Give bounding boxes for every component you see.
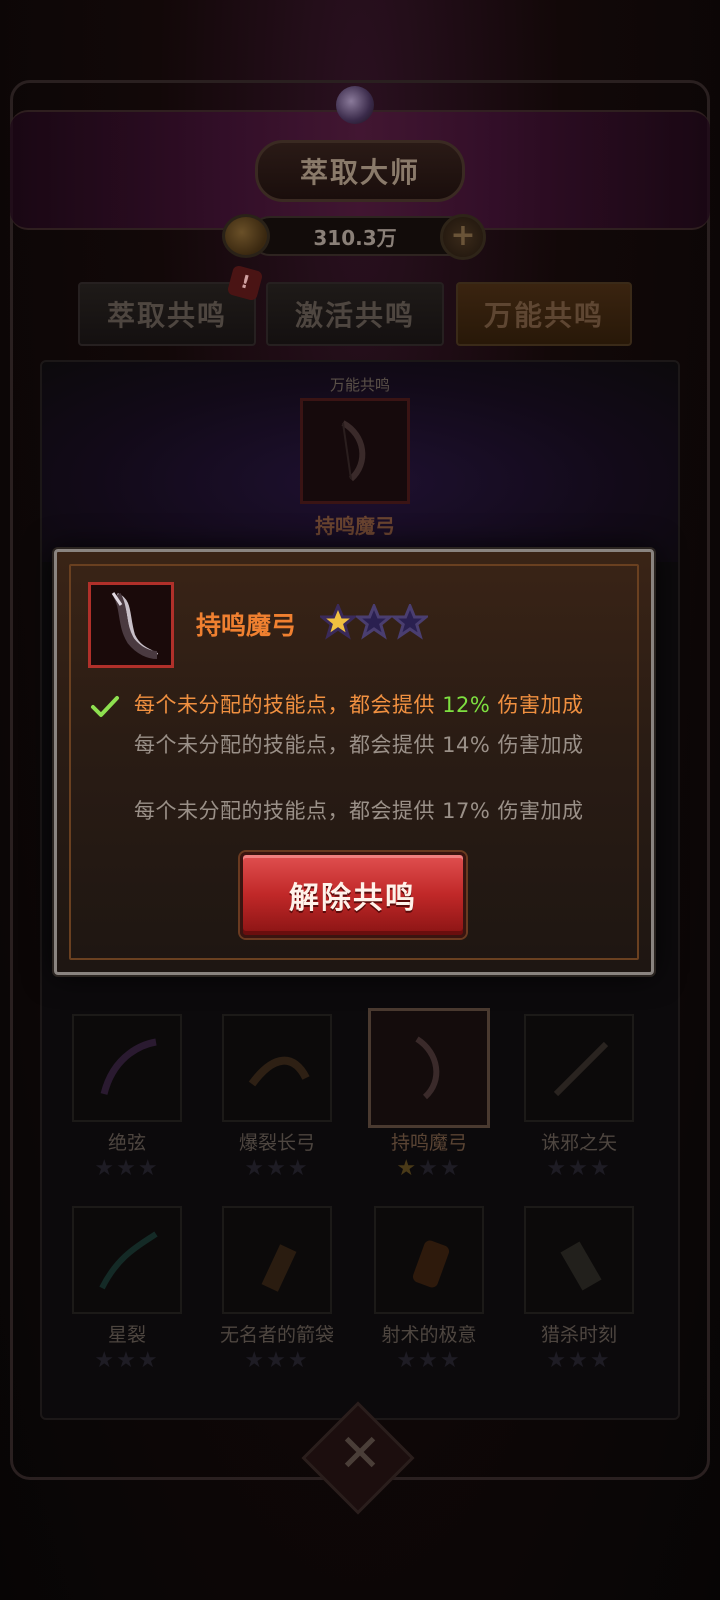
tab-universal-resonance[interactable]: 万能共鸣 <box>456 282 632 346</box>
item-slot-selected[interactable] <box>368 1008 490 1128</box>
effect-tier-2: 每个未分配的技能点，都会提供 14% 伤害加成 <box>134 733 584 757</box>
item-slot[interactable] <box>524 1014 634 1122</box>
add-currency-button[interactable]: + <box>440 214 486 260</box>
effect-text: 每个未分配的技能点，都会提供 <box>134 693 443 717</box>
item-title: 持鸣魔弓 <box>196 611 297 640</box>
bow-icon <box>100 1038 157 1095</box>
item-name: 持鸣魔弓 <box>390 1132 467 1154</box>
star-empty-icon <box>392 604 428 640</box>
item-slot[interactable] <box>72 1206 182 1314</box>
top-slot-name: 持鸣魔弓 <box>315 514 395 538</box>
item-stars: ★★★ <box>396 1156 462 1181</box>
item-stars: ★★★ <box>244 1348 310 1373</box>
bow-icon <box>341 420 366 482</box>
bow-icon <box>99 1231 158 1290</box>
crossed-swords-icon[interactable]: ✕ <box>330 1424 390 1484</box>
star-empty-icon <box>356 604 392 640</box>
effect-text: 伤害加成 <box>490 693 584 717</box>
arrow-icon <box>553 1041 609 1097</box>
bow-icon <box>248 1056 310 1087</box>
resonance-slot[interactable] <box>300 398 410 504</box>
page-title: 萃取大师 <box>299 156 420 189</box>
effect-tier-1: 每个未分配的技能点，都会提供 12% 伤害加成 <box>134 690 634 720</box>
effect-percent: 12% <box>442 693 491 717</box>
tab-activate-resonance[interactable]: 激活共鸣 <box>266 282 444 346</box>
item-stars: ★★★ <box>94 1156 160 1181</box>
item-name: 无名者的箭袋 <box>219 1324 334 1346</box>
release-resonance-button[interactable]: 解除共鸣 <box>240 852 466 938</box>
bow-icon <box>415 1036 440 1100</box>
item-stars: ★★★ <box>94 1348 160 1373</box>
quiver-icon <box>261 1244 297 1292</box>
item-slot[interactable] <box>72 1014 182 1122</box>
top-slot-label: 万能共鸣 <box>329 376 390 394</box>
item-name: 星裂 <box>107 1324 146 1346</box>
star-filled-icon <box>320 604 356 640</box>
check-icon <box>91 696 119 717</box>
bow-icon <box>111 592 159 659</box>
item-slot[interactable] <box>222 1014 332 1122</box>
item-stars: ★★★ <box>396 1348 462 1373</box>
effect-tier-3: 每个未分配的技能点，都会提供 17% 伤害加成 <box>134 799 584 823</box>
currency-value: 310.3万 <box>313 226 397 250</box>
item-slot[interactable] <box>222 1206 332 1314</box>
quiver-icon <box>560 1241 602 1291</box>
item-slot[interactable] <box>524 1206 634 1314</box>
item-stars: ★★★ <box>546 1156 612 1181</box>
item-name: 猎杀时刻 <box>540 1324 617 1346</box>
item-name: 诛邪之矢 <box>540 1132 617 1154</box>
title-plate: 萃取大师 <box>255 140 465 202</box>
release-resonance-label: 解除共鸣 <box>289 881 417 916</box>
orb-icon <box>336 86 374 124</box>
item-name: 绝弦 <box>107 1132 146 1154</box>
item-name: 射术的极意 <box>381 1324 477 1346</box>
item-icon <box>88 582 174 668</box>
bracer-icon <box>412 1240 450 1288</box>
coin-icon <box>222 214 270 258</box>
item-slot[interactable] <box>374 1206 484 1314</box>
item-stars: ★★★ <box>546 1348 612 1373</box>
item-name: 爆裂长弓 <box>238 1132 315 1154</box>
item-stars: ★★★ <box>244 1156 310 1181</box>
